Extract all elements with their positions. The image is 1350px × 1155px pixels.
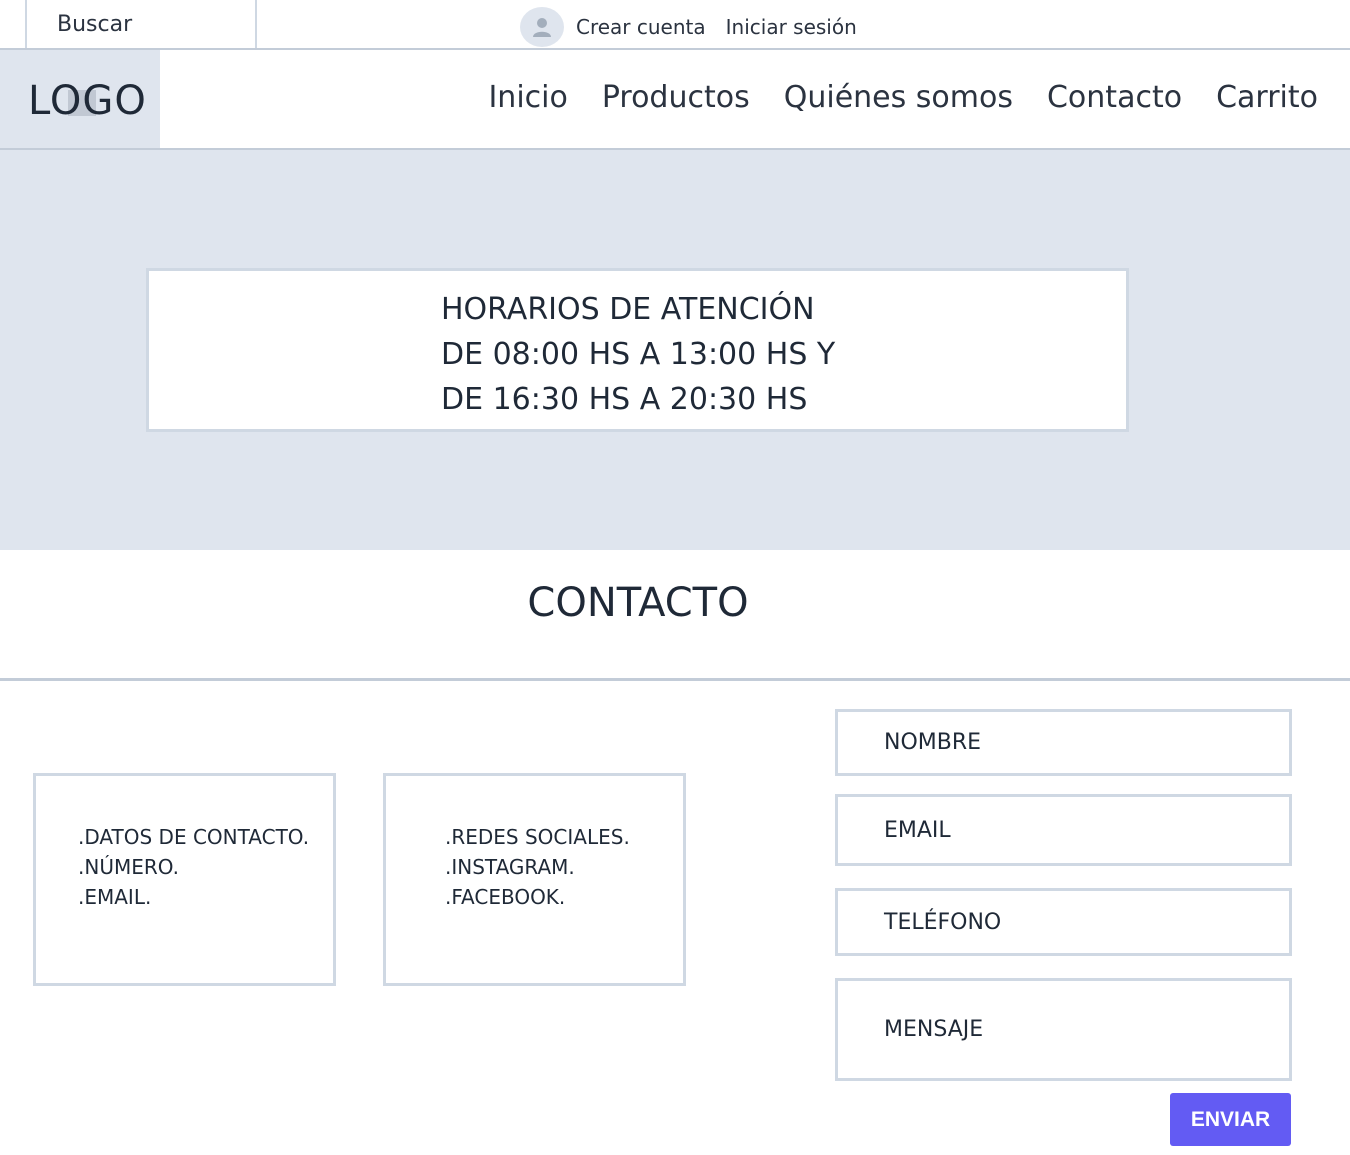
list-item: .REDES SOCIALES. [445, 825, 630, 849]
opening-hours-box: HORARIOS DE ATENCIÓN DE 08:00 HS A 13:00… [146, 268, 1129, 432]
page-title: CONTACTO [527, 580, 749, 626]
contact-details-box: .DATOS DE CONTACTO. .NÚMERO. .EMAIL. [33, 773, 336, 986]
account-area: Crear cuenta Iniciar sesión [520, 7, 857, 47]
list-item[interactable]: .INSTAGRAM. [445, 852, 683, 882]
logo[interactable]: LOGO [0, 50, 160, 150]
message-field[interactable]: MENSAJE [835, 978, 1292, 1081]
nav-item-quienes-somos[interactable]: Quiénes somos [784, 80, 1013, 115]
search-input[interactable]: Buscar [25, 0, 257, 50]
list-item: .DATOS DE CONTACTO. [78, 825, 310, 849]
hours-line-3: DE 16:30 HS A 20:30 HS [441, 382, 808, 417]
list-item: .EMAIL. [78, 885, 152, 909]
logo-text: LOGO [28, 78, 147, 124]
phone-field[interactable]: TELÉFONO [835, 888, 1292, 956]
name-field[interactable]: NOMBRE [835, 709, 1292, 776]
topbar-divider [0, 48, 1350, 50]
social-media-box: .REDES SOCIALES. .INSTAGRAM. .FACEBOOK. [383, 773, 686, 986]
create-account-link[interactable]: Crear cuenta [576, 15, 706, 39]
main-nav: Inicio Productos Quiénes somos Contacto … [488, 80, 1318, 115]
list-item[interactable]: .FACEBOOK. [445, 882, 683, 912]
login-link[interactable]: Iniciar sesión [726, 15, 857, 39]
email-field[interactable]: EMAIL [835, 794, 1292, 866]
nav-item-inicio[interactable]: Inicio [488, 80, 567, 115]
nav-item-carrito[interactable]: Carrito [1216, 80, 1318, 115]
nav-item-productos[interactable]: Productos [602, 80, 750, 115]
section-divider [0, 678, 1350, 681]
hours-line-2: DE 08:00 HS A 13:00 HS Y [441, 337, 836, 372]
user-avatar-icon[interactable] [520, 7, 564, 47]
send-button[interactable]: ENVIAR [1170, 1093, 1291, 1146]
nav-item-contacto[interactable]: Contacto [1047, 80, 1182, 115]
list-item: .NÚMERO. [78, 855, 180, 879]
hours-line-1: HORARIOS DE ATENCIÓN [441, 292, 815, 327]
